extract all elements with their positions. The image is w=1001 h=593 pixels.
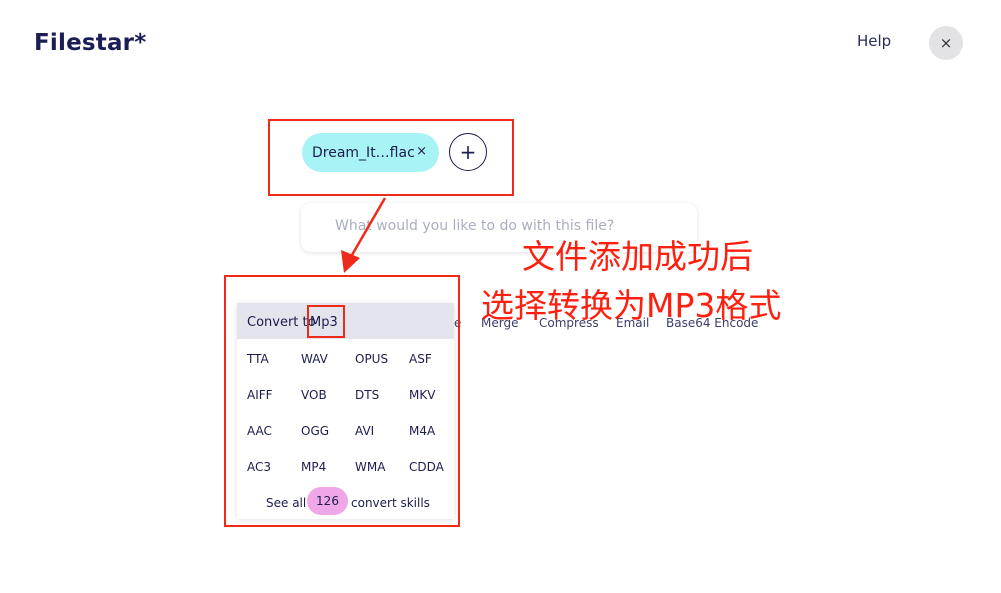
annotation-text-line1: 文件添加成功后: [522, 237, 753, 276]
annotation-text-line2: 选择转换为MP3格式: [481, 286, 782, 325]
